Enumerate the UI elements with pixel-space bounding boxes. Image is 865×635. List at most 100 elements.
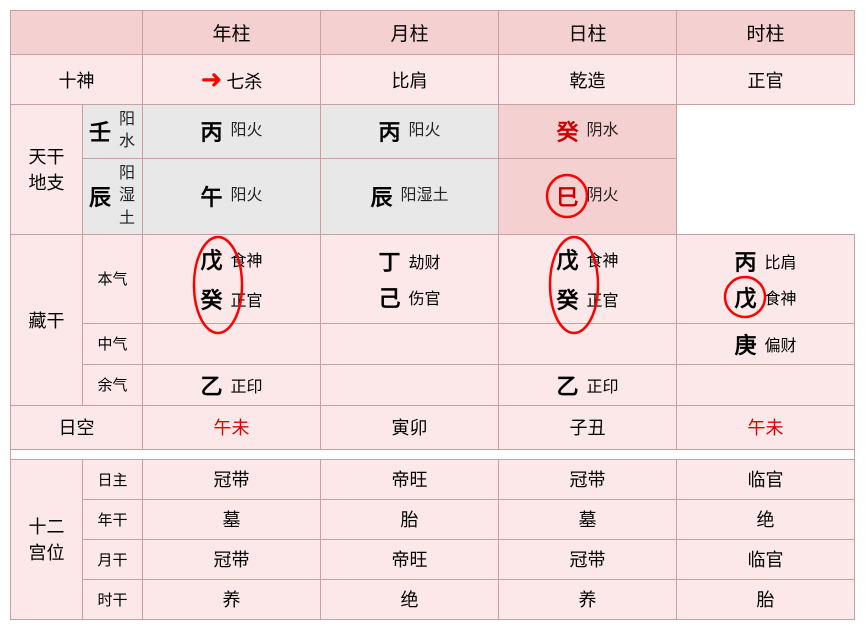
tiangan-nian-char: 壬: [89, 115, 111, 147]
zanggan-yuqi-shi: [677, 364, 855, 405]
header-row: 年柱 月柱 日柱 时柱: [11, 11, 855, 55]
yuqi-nian-char: 乙: [200, 369, 222, 401]
tiangan-dizhi-label: 天干 地支: [11, 105, 83, 235]
shiergongwei-yuegan-nian: 冠带: [143, 539, 321, 579]
shiergongwei-shigan-shi: 胎: [677, 579, 855, 619]
zanggan-benqi-ri: 戊 食神 癸 正官: [499, 234, 677, 323]
zanggan-benqi-yue: 丁 劫财 己 伤官: [321, 234, 499, 323]
dizhi-row: 辰 阳湿土 午 阳火 辰 阳湿土 巳: [11, 158, 855, 234]
shishen-yuezhu: 比肩: [321, 55, 499, 105]
shiergongwei-shigan-nian: 养: [143, 579, 321, 619]
shiergongwei-shigan-yue: 绝: [321, 579, 499, 619]
tiangan-row: 天干 地支 壬 阳水 丙 阳火 丙 阳火: [11, 105, 855, 159]
benqi-shi-label1: 比肩: [765, 249, 797, 273]
tiangan-ri-attr: 阳火: [409, 120, 441, 142]
shiergongwei-rizhu-nian: 冠带: [143, 459, 321, 499]
benqi-ri-label1: 食神: [587, 247, 619, 271]
yuqi-ri-label: 正印: [587, 373, 619, 397]
tiangan-nian: 壬 阳水: [83, 105, 143, 159]
zanggan-benqi-row: 藏干 本气 戊 食神 癸 正官: [11, 234, 855, 323]
divider-row: [11, 449, 855, 459]
zanggan-yuqi-yue: [321, 364, 499, 405]
benqi-nian-label1: 食神: [231, 247, 263, 271]
shiergongwei-yuegan-ri: 冠带: [499, 539, 677, 579]
shiergongwei-label: 十二 宫位: [11, 459, 83, 619]
rikong-shi: 午未: [677, 405, 855, 449]
header-rizhu: 日柱: [499, 11, 677, 55]
benqi-ri-char1: 戊: [556, 243, 578, 275]
benqi-yue-char2: 己: [378, 281, 400, 313]
zhongqi-shi-char: 庚: [734, 328, 756, 360]
tiangan-shi-attr: 阴水: [587, 120, 619, 142]
benqi-ri-label2: 正官: [587, 287, 619, 311]
rikong-row: 日空 午未 寅卯 子丑 午未: [11, 405, 855, 449]
zanggan-yuqi-row: 余气 乙 正印 乙 正印: [11, 364, 855, 405]
bazi-table: 年柱 月柱 日柱 时柱 十神 ➜七杀 比肩 乾造 正官 天干 地支 壬: [10, 10, 855, 620]
dizhi-shi-char: 巳: [556, 180, 578, 212]
benqi-ri-char2: 癸: [556, 283, 578, 315]
shiergongwei-yuegan-row: 月干 冠带 帝旺 冠带 临官: [11, 539, 855, 579]
shiergongwei-niangan-row: 年干 墓 胎 墓 绝: [11, 499, 855, 539]
shiergongwei-rizhu-ri: 冠带: [499, 459, 677, 499]
rikong-ri: 子丑: [499, 405, 677, 449]
zanggan-yuqi-ri: 乙 正印: [499, 364, 677, 405]
shiergongwei-shigan-ri: 养: [499, 579, 677, 619]
dizhi-shi: 巳 阴火: [499, 158, 677, 234]
benqi-nian-label2: 正官: [231, 287, 263, 311]
dizhi-nian: 辰 阳湿土: [83, 158, 143, 234]
tiangan-ri: 丙 阳火: [321, 105, 499, 159]
header-yuezhu: 月柱: [321, 11, 499, 55]
header-nianzhu: 年柱: [143, 11, 321, 55]
header-empty: [11, 11, 143, 55]
dizhi-yue: 午 阳火: [143, 158, 321, 234]
shiergongwei-yuegan-shi: 临官: [677, 539, 855, 579]
tiangan-nian-attr: 阳水: [119, 109, 136, 154]
shiergongwei-niangan-shi: 绝: [677, 499, 855, 539]
shiergongwei-shigan-row: 时干 养 绝 养 胎: [11, 579, 855, 619]
dizhi-ri-char: 辰: [370, 180, 392, 212]
shiergongwei-rizhu-shi: 临官: [677, 459, 855, 499]
yuqi-ri-char: 乙: [556, 369, 578, 401]
shishen-shizhu: 正官: [677, 55, 855, 105]
dizhi-ri: 辰 阳湿土: [321, 158, 499, 234]
shiergongwei-niangan-yue: 胎: [321, 499, 499, 539]
shiergongwei-niangan-sublabel: 年干: [83, 499, 143, 539]
dizhi-yue-char: 午: [200, 180, 222, 212]
shiergongwei-rizhu-row: 十二 宫位 日主 冠带 帝旺 冠带 临官: [11, 459, 855, 499]
zanggan-yuqi-nian: 乙 正印: [143, 364, 321, 405]
dizhi-shi-attr: 阴火: [587, 185, 619, 207]
circle-benqi-shi: [723, 275, 767, 319]
shishen-nianzhu: ➜七杀: [143, 55, 321, 105]
dizhi-nian-attr: 阳湿土: [119, 163, 136, 230]
benqi-nian-char2: 癸: [200, 283, 222, 315]
benqi-nian-char1: 戊: [200, 243, 222, 275]
benqi-shi-char2: 戊: [734, 281, 756, 313]
zhongqi-shi-label: 偏财: [765, 332, 797, 356]
tiangan-yue: 丙 阳火: [143, 105, 321, 159]
shiergongwei-rizhu-sublabel: 日主: [83, 459, 143, 499]
zanggan-label: 藏干: [11, 234, 83, 405]
main-container: 年柱 月柱 日柱 时柱 十神 ➜七杀 比肩 乾造 正官 天干 地支 壬: [10, 10, 855, 620]
dizhi-nian-char: 辰: [89, 180, 111, 212]
benqi-yue-char1: 丁: [378, 245, 400, 277]
arrow-icon: ➜: [201, 65, 223, 94]
benqi-yue-label1: 劫财: [409, 249, 441, 273]
zanggan-zhongqi-nian: [143, 323, 321, 364]
zanggan-zhongqi-shi: 庚 偏财: [677, 323, 855, 364]
rikong-nian: 午未: [143, 405, 321, 449]
zanggan-zhongqi-ri: [499, 323, 677, 364]
benqi-sublabel: 本气: [83, 234, 143, 323]
rikong-yue: 寅卯: [321, 405, 499, 449]
tiangan-yue-char: 丙: [200, 115, 222, 147]
rikong-label: 日空: [11, 405, 143, 449]
tiangan-ri-char: 丙: [378, 115, 400, 147]
shishen-row: 十神 ➜七杀 比肩 乾造 正官: [11, 55, 855, 105]
dizhi-ri-attr: 阳湿土: [401, 185, 449, 207]
benqi-yue-label2: 伤官: [409, 285, 441, 309]
shishen-rizhu: 乾造: [499, 55, 677, 105]
tiangan-shi-char: 癸: [556, 115, 578, 147]
yuqi-sublabel: 余气: [83, 364, 143, 405]
shiergongwei-yuegan-sublabel: 月干: [83, 539, 143, 579]
shiergongwei-shigan-sublabel: 时干: [83, 579, 143, 619]
zanggan-benqi-shi: 丙 比肩 戊 食神: [677, 234, 855, 323]
